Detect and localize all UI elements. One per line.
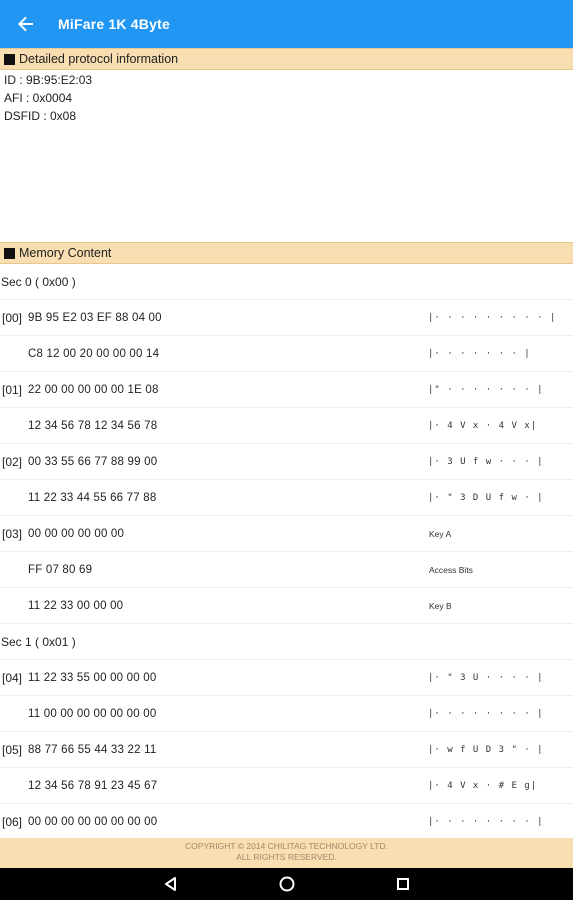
memory-row: FF 07 80 69 Access Bits: [0, 552, 573, 588]
back-triangle-icon: [164, 877, 176, 891]
row-ascii: |· · · · · · · · |: [428, 816, 544, 827]
memory-row: [06] 00 00 00 00 00 00 00 00 |· · · · · · …: [0, 804, 573, 838]
memory-row: [02] 00 33 55 66 77 88 99 00 |· 3 U f w · …: [0, 444, 573, 480]
memory-row: [00] 9B 95 E2 03 EF 88 04 00 |· · · · · · …: [0, 300, 573, 336]
dsfid-line: DSFID : 0x08: [4, 109, 77, 123]
row-hex: 00 00 00 00 00 00 00 00: [28, 815, 158, 828]
memory-row: [03] 00 00 00 00 00 00 Key A: [0, 516, 573, 552]
sector-label: Sec 0 ( 0x00 ): [0, 264, 573, 300]
memory-row: 11 00 00 00 00 00 00 00 |· · · · · · · · …: [0, 696, 573, 732]
memory-row: 11 22 33 44 55 66 77 88 |· " 3 D U f w · …: [0, 480, 573, 516]
page-title: MiFare 1K 4Byte: [58, 16, 170, 32]
copyright-footer: COPYRIGHT © 2014 CHILITAG TECHNOLOGY LTD…: [0, 838, 573, 868]
protocol-section-title: Detailed protocol information: [19, 52, 179, 66]
row-hex: 11 22 33 55 00 00 00 00: [28, 671, 157, 684]
row-hex: 11 22 33 00 00 00: [28, 599, 124, 612]
row-ascii: |· " 3 D U f w · |: [428, 492, 544, 503]
row-hex: 00 33 55 66 77 88 99 00: [28, 455, 158, 468]
afi-line: AFI : 0x0004: [4, 91, 73, 105]
row-hex: C8 12 00 20 00 00 00 14: [28, 347, 160, 360]
row-hex: FF 07 80 69: [28, 563, 93, 576]
nav-home-button[interactable]: [272, 871, 302, 897]
arrow-left-icon: [18, 16, 33, 32]
row-address: [04]: [2, 670, 23, 685]
recents-square-icon: [396, 878, 409, 890]
back-button[interactable]: [14, 12, 38, 36]
memory-row: [04] 11 22 33 55 00 00 00 00 |· " 3 U · · …: [0, 660, 573, 696]
row-address: [01]: [2, 382, 23, 397]
square-bullet-icon: [4, 247, 15, 259]
row-ascii: |· · · · · · · · · |: [428, 312, 557, 323]
rights-line: ALL RIGHTS RESERVED.: [236, 852, 337, 862]
row-ascii: |· w f U D 3 " · |: [428, 744, 544, 755]
row-address: [02]: [2, 454, 23, 469]
row-ascii: |· · · · · · · |: [428, 348, 531, 359]
row-hex: 11 00 00 00 00 00 00 00: [28, 707, 157, 720]
row-hex: 12 34 56 78 91 23 45 67: [28, 779, 158, 792]
row-ascii: |· " 3 U · · · · |: [428, 672, 544, 683]
row-hex: 9B 95 E2 03 EF 88 04 00: [28, 311, 162, 324]
memory-row: [05] 88 77 66 55 44 33 22 11 |· w f U D 3 …: [0, 732, 573, 768]
nav-back-button[interactable]: [156, 871, 186, 897]
row-address: [06]: [2, 814, 23, 829]
row-address: [05]: [2, 742, 23, 757]
row-ascii: |· · · · · · · · |: [428, 708, 544, 719]
copyright-line: COPYRIGHT © 2014 CHILITAG TECHNOLOGY LTD…: [185, 841, 388, 851]
square-bullet-icon: [4, 53, 15, 65]
row-address: [00]: [2, 310, 23, 325]
memory-section-title: Memory Content: [19, 246, 112, 260]
key-a-label: Key A: [429, 528, 452, 539]
row-hex: 00 00 00 00 00 00: [28, 527, 125, 540]
key-b-label: Key B: [429, 600, 452, 611]
memory-list[interactable]: Sec 0 ( 0x00 ) [00] 9B 95 E2 03 EF 88 04 …: [0, 264, 573, 838]
memory-row: C8 12 00 20 00 00 00 14 |· · · · · · · |: [0, 336, 573, 372]
system-nav-bar: [0, 868, 573, 900]
app-bar: MiFare 1K 4Byte: [0, 0, 573, 48]
sector-label: Sec 1 ( 0x01 ): [0, 624, 573, 660]
row-hex: 12 34 56 78 12 34 56 78: [28, 419, 158, 432]
id-line: ID : 9B:95:E2:03: [4, 73, 93, 87]
memory-section-header: Memory Content: [0, 242, 573, 264]
row-hex: 11 22 33 44 55 66 77 88: [28, 491, 157, 504]
row-hex: 88 77 66 55 44 33 22 11: [28, 743, 157, 756]
row-ascii: |" · · · · · · · |: [428, 384, 544, 395]
memory-row: [01] 22 00 00 00 00 00 1E 08 |" · · · · · …: [0, 372, 573, 408]
protocol-section-header: Detailed protocol information: [0, 48, 573, 70]
row-address: [03]: [2, 526, 23, 541]
protocol-info: ID : 9B:95:E2:03 AFI : 0x0004 DSFID : 0x…: [4, 71, 92, 125]
memory-row: 12 34 56 78 91 23 45 67 |· 4 V x · # E g|: [0, 768, 573, 804]
memory-row: 11 22 33 00 00 00 Key B: [0, 588, 573, 624]
nav-recents-button[interactable]: [388, 871, 418, 897]
access-bits-label: Access Bits: [429, 564, 473, 575]
row-ascii: |· 4 V x · # E g|: [428, 780, 538, 791]
row-hex: 22 00 00 00 00 00 1E 08: [28, 383, 159, 396]
row-ascii: |· 4 V x · 4 V x|: [428, 420, 538, 431]
row-ascii: |· 3 U f w · · · |: [428, 456, 544, 467]
memory-row: 12 34 56 78 12 34 56 78 |· 4 V x · 4 V x|: [0, 408, 573, 444]
home-circle-icon: [279, 876, 294, 892]
